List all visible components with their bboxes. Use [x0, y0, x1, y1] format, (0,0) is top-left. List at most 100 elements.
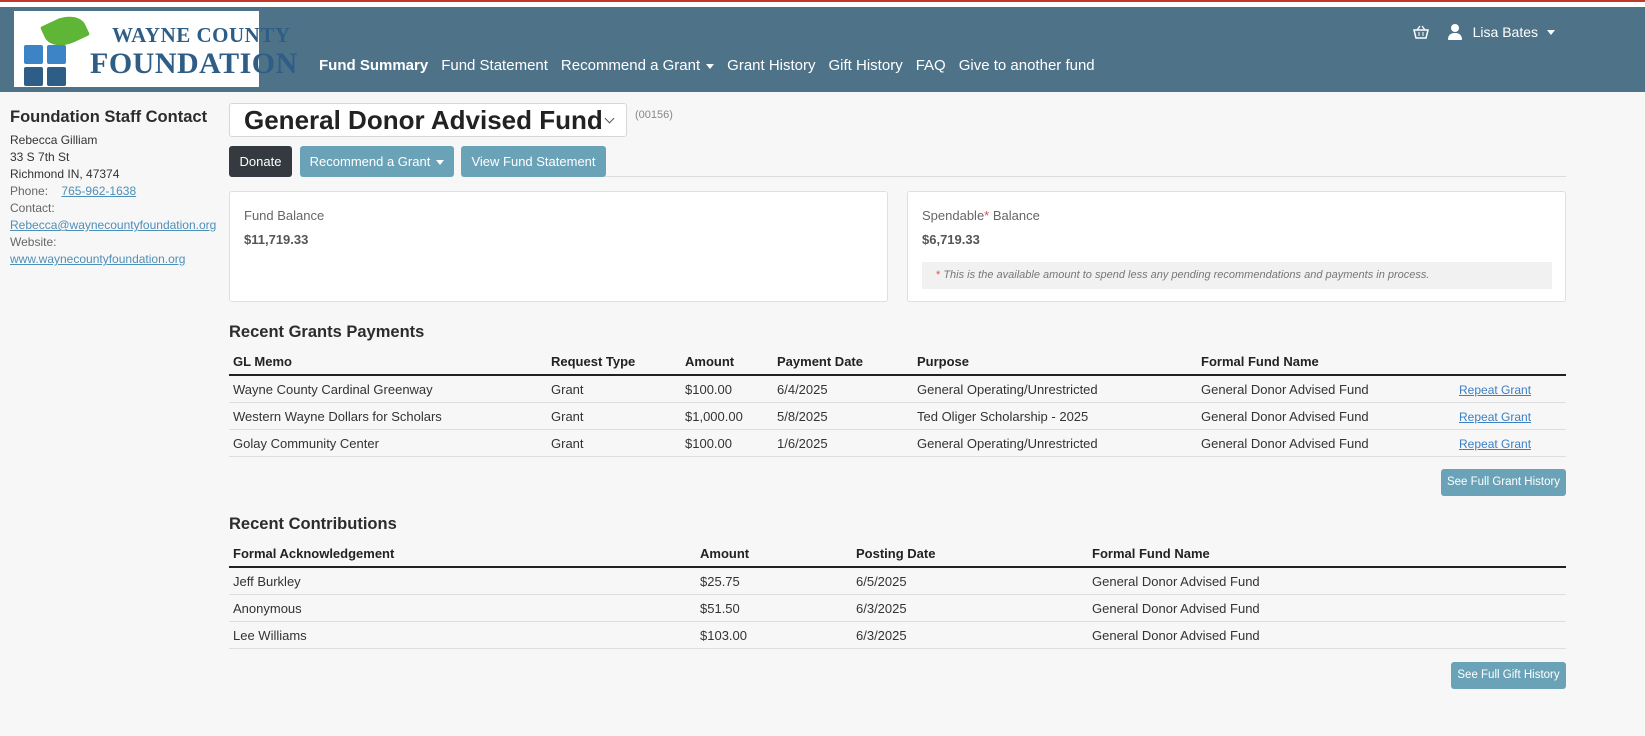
col-amount[interactable]: Amount	[696, 541, 852, 568]
table-row: Lee Williams $103.00 6/3/2025 General Do…	[229, 621, 1566, 649]
main-nav: Fund Summary Fund Statement Recommend a …	[319, 57, 1108, 74]
repeat-grant-link[interactable]: Repeat Grant	[1459, 410, 1531, 424]
caret-down-icon	[706, 63, 715, 69]
logo-text-line2: FOUNDATION	[90, 47, 298, 80]
grant-date: 6/4/2025	[773, 375, 913, 403]
spendable-title-text: Spendable	[922, 208, 985, 223]
repeat-grant-cell: Repeat Grant	[1455, 375, 1566, 403]
spendable-balance-value: $6,719.33	[922, 232, 980, 247]
nav-faq[interactable]: FAQ	[916, 57, 946, 74]
recommend-grant-button[interactable]: Recommend a Grant	[300, 146, 454, 177]
see-full-grant-history-button[interactable]: See Full Grant History	[1441, 469, 1566, 496]
email-link[interactable]: Rebecca@waynecountyfoundation.org	[10, 218, 216, 232]
fund-name: General Donor Advised Fund	[244, 105, 603, 135]
col-formal-fund-name[interactable]: Formal Fund Name	[1088, 541, 1566, 568]
grant-fund: General Donor Advised Fund	[1197, 402, 1455, 430]
caret-down-icon	[436, 160, 445, 166]
spendable-balance-card: Spendable* Balance $6,719.33 * This is t…	[907, 191, 1566, 302]
fund-selector[interactable]: General Donor Advised Fund	[229, 103, 627, 137]
grant-date: 1/6/2025	[773, 429, 913, 457]
grant-amount: $100.00	[681, 429, 773, 457]
fund-number: (00156)	[635, 109, 673, 121]
spendable-footnote: * This is the available amount to spend …	[922, 262, 1552, 289]
staff-address-line2: Richmond IN, 47374	[10, 167, 120, 181]
col-formal-acknowledgement[interactable]: Formal Acknowledgement	[229, 541, 696, 568]
nav-recommend-grant[interactable]: Recommend a Grant	[560, 57, 715, 74]
staff-name: Rebecca Gilliam	[10, 133, 98, 147]
divider	[605, 176, 1566, 177]
user-menu[interactable]: Lisa Bates	[1412, 24, 1555, 40]
repeat-grant-cell: Repeat Grant	[1455, 402, 1566, 430]
staff-contact-panel: Foundation Staff Contact Rebecca Gilliam…	[10, 107, 216, 268]
col-actions	[1455, 349, 1566, 376]
recent-grants-table: GL Memo Request Type Amount Payment Date…	[229, 349, 1566, 457]
logo-square-icon	[24, 45, 43, 64]
spendable-title-suffix: Balance	[989, 208, 1040, 223]
grant-purpose: Ted Oliger Scholarship - 2025	[913, 402, 1197, 430]
contribution-fund: General Donor Advised Fund	[1088, 594, 1566, 622]
fund-balance-card: Fund Balance $11,719.33	[229, 191, 888, 302]
grant-amount: $1,000.00	[681, 402, 773, 430]
nav-give-another-fund[interactable]: Give to another fund	[959, 57, 1095, 74]
table-row: Wayne County Cardinal Greenway Grant $10…	[229, 375, 1566, 403]
recent-contributions-heading: Recent Contributions	[229, 515, 397, 533]
contribution-date: 6/3/2025	[852, 621, 1088, 649]
nav-recommend-grant-label: Recommend a Grant	[560, 57, 701, 74]
fund-balance-value: $11,719.33	[244, 232, 309, 247]
repeat-grant-link[interactable]: Repeat Grant	[1459, 437, 1531, 451]
contribution-fund: General Donor Advised Fund	[1088, 567, 1566, 595]
foundation-logo[interactable]: WAYNE COUNTY FOUNDATION	[14, 9, 297, 87]
contribution-amount: $103.00	[696, 621, 852, 649]
col-purpose[interactable]: Purpose	[913, 349, 1197, 376]
grant-fund: General Donor Advised Fund	[1197, 375, 1455, 403]
user-icon	[1447, 24, 1463, 40]
table-row: Golay Community Center Grant $100.00 1/6…	[229, 429, 1566, 457]
phone-link[interactable]: 765-962-1638	[61, 184, 136, 198]
top-navbar: WAYNE COUNTY FOUNDATION Fund Summary Fun…	[0, 7, 1645, 92]
contact-label: Contact:	[10, 201, 55, 215]
basket-icon[interactable]	[1412, 25, 1429, 39]
nav-fund-summary[interactable]: Fund Summary	[319, 57, 428, 74]
table-row: Jeff Burkley $25.75 6/5/2025 General Don…	[229, 567, 1566, 595]
grant-memo: Wayne County Cardinal Greenway	[229, 375, 547, 403]
col-posting-date[interactable]: Posting Date	[852, 541, 1088, 568]
grant-purpose: General Operating/Unrestricted	[913, 429, 1197, 457]
grant-type: Grant	[547, 429, 681, 457]
contribution-amount: $51.50	[696, 594, 852, 622]
table-row: Western Wayne Dollars for Scholars Grant…	[229, 402, 1566, 430]
grant-fund: General Donor Advised Fund	[1197, 429, 1455, 457]
view-fund-statement-button[interactable]: View Fund Statement	[461, 146, 606, 177]
col-amount[interactable]: Amount	[681, 349, 773, 376]
contribution-amount: $25.75	[696, 567, 852, 595]
grant-type: Grant	[547, 402, 681, 430]
top-accent-line	[0, 0, 1645, 7]
col-payment-date[interactable]: Payment Date	[773, 349, 913, 376]
col-formal-fund-name[interactable]: Formal Fund Name	[1197, 349, 1455, 376]
contribution-ack: Lee Williams	[229, 621, 696, 649]
website-link[interactable]: www.waynecountyfoundation.org	[10, 252, 185, 266]
recommend-grant-button-label: Recommend a Grant	[309, 154, 431, 169]
col-gl-memo[interactable]: GL Memo	[229, 349, 547, 376]
contribution-date: 6/3/2025	[852, 594, 1088, 622]
col-request-type[interactable]: Request Type	[547, 349, 681, 376]
grant-amount: $100.00	[681, 375, 773, 403]
chevron-down-icon	[604, 113, 615, 124]
see-full-gift-history-button[interactable]: See Full Gift History	[1451, 662, 1566, 689]
staff-contact-heading: Foundation Staff Contact	[10, 108, 208, 126]
logo-text-line1: WAYNE COUNTY	[112, 23, 291, 47]
grant-type: Grant	[547, 375, 681, 403]
donate-button[interactable]: Donate	[229, 146, 292, 177]
grant-date: 5/8/2025	[773, 402, 913, 430]
nav-grant-history[interactable]: Grant History	[727, 57, 815, 74]
logo-square-icon	[47, 67, 66, 86]
nav-gift-history[interactable]: Gift History	[829, 57, 903, 74]
logo-square-icon	[47, 45, 66, 64]
nav-fund-statement[interactable]: Fund Statement	[441, 57, 548, 74]
repeat-grant-link[interactable]: Repeat Grant	[1459, 383, 1531, 397]
grant-memo: Golay Community Center	[229, 429, 547, 457]
contribution-date: 6/5/2025	[852, 567, 1088, 595]
recent-grants-heading: Recent Grants Payments	[229, 323, 425, 341]
repeat-grant-cell: Repeat Grant	[1455, 429, 1566, 457]
staff-address-line1: 33 S 7th St	[10, 150, 70, 164]
contribution-fund: General Donor Advised Fund	[1088, 621, 1566, 649]
